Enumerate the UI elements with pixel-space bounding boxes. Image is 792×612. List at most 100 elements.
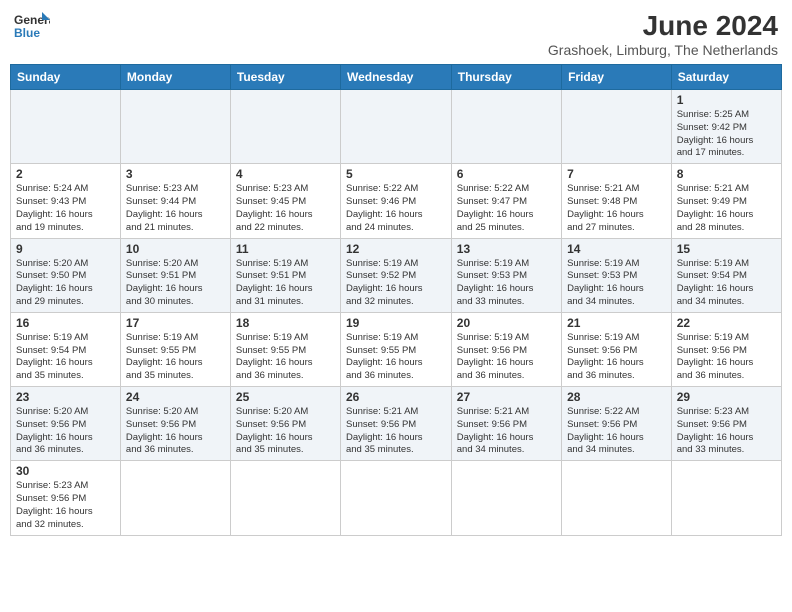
day-info: Sunrise: 5:22 AM Sunset: 9:46 PM Dayligh… [346,183,446,234]
day-info: Sunrise: 5:19 AM Sunset: 9:55 PM Dayligh… [346,332,446,383]
day-number: 21 [567,316,666,330]
day-info: Sunrise: 5:19 AM Sunset: 9:56 PM Dayligh… [567,332,666,383]
day-info: Sunrise: 5:20 AM Sunset: 9:56 PM Dayligh… [126,406,225,457]
day-info: Sunrise: 5:19 AM Sunset: 9:55 PM Dayligh… [126,332,225,383]
day-info: Sunrise: 5:22 AM Sunset: 9:47 PM Dayligh… [457,183,556,234]
day-number: 22 [677,316,776,330]
calendar-day-cell: 12 Sunrise: 5:19 AM Sunset: 9:52 PM Dayli… [340,238,451,312]
day-info: Sunrise: 5:22 AM Sunset: 9:56 PM Dayligh… [567,406,666,457]
day-info: Sunrise: 5:21 AM Sunset: 9:56 PM Dayligh… [346,406,446,457]
calendar-day-cell [340,90,451,164]
calendar-day-cell [671,461,781,535]
calendar-week-row: 1 Sunrise: 5:25 AM Sunset: 9:42 PM Daylig… [11,90,782,164]
day-info: Sunrise: 5:21 AM Sunset: 9:49 PM Dayligh… [677,183,776,234]
location-subtitle: Grashoek, Limburg, The Netherlands [548,42,778,58]
day-info: Sunrise: 5:19 AM Sunset: 9:52 PM Dayligh… [346,258,446,309]
weekday-header-tuesday: Tuesday [230,65,340,90]
day-info: Sunrise: 5:21 AM Sunset: 9:48 PM Dayligh… [567,183,666,234]
day-number: 10 [126,242,225,256]
day-number: 7 [567,167,666,181]
day-info: Sunrise: 5:20 AM Sunset: 9:51 PM Dayligh… [126,258,225,309]
month-year-title: June 2024 [548,10,778,42]
calendar-day-cell: 15 Sunrise: 5:19 AM Sunset: 9:54 PM Dayli… [671,238,781,312]
calendar-week-row: 2Sunrise: 5:24 AM Sunset: 9:43 PM Daylig… [11,164,782,238]
calendar-day-cell: 16 Sunrise: 5:19 AM Sunset: 9:54 PM Dayli… [11,312,121,386]
day-number: 24 [126,390,225,404]
calendar-day-cell [340,461,451,535]
day-info: Sunrise: 5:19 AM Sunset: 9:55 PM Dayligh… [236,332,335,383]
calendar-day-cell: 5Sunrise: 5:22 AM Sunset: 9:46 PM Daylig… [340,164,451,238]
calendar-day-cell [120,461,230,535]
day-number: 28 [567,390,666,404]
calendar-day-cell: 22 Sunrise: 5:19 AM Sunset: 9:56 PM Dayli… [671,312,781,386]
day-info: Sunrise: 5:19 AM Sunset: 9:56 PM Dayligh… [457,332,556,383]
day-info: Sunrise: 5:20 AM Sunset: 9:50 PM Dayligh… [16,258,115,309]
header: General Blue June 2024 Grashoek, Limburg… [10,10,782,58]
calendar-day-cell: 24 Sunrise: 5:20 AM Sunset: 9:56 PM Dayli… [120,387,230,461]
day-info: Sunrise: 5:19 AM Sunset: 9:54 PM Dayligh… [677,258,776,309]
day-number: 19 [346,316,446,330]
calendar-day-cell [562,461,672,535]
day-number: 30 [16,464,115,478]
day-info: Sunrise: 5:21 AM Sunset: 9:56 PM Dayligh… [457,406,556,457]
day-info: Sunrise: 5:24 AM Sunset: 9:43 PM Dayligh… [16,183,115,234]
day-number: 8 [677,167,776,181]
weekday-header-thursday: Thursday [451,65,561,90]
calendar-day-cell: 20 Sunrise: 5:19 AM Sunset: 9:56 PM Dayli… [451,312,561,386]
calendar-day-cell: 18 Sunrise: 5:19 AM Sunset: 9:55 PM Dayli… [230,312,340,386]
calendar-week-row: 9 Sunrise: 5:20 AM Sunset: 9:50 PM Daylig… [11,238,782,312]
calendar-week-row: 23 Sunrise: 5:20 AM Sunset: 9:56 PM Dayli… [11,387,782,461]
calendar-day-cell: 7 Sunrise: 5:21 AM Sunset: 9:48 PM Daylig… [562,164,672,238]
day-number: 6 [457,167,556,181]
day-number: 14 [567,242,666,256]
calendar-day-cell: 29 Sunrise: 5:23 AM Sunset: 9:56 PM Dayli… [671,387,781,461]
day-info: Sunrise: 5:25 AM Sunset: 9:42 PM Dayligh… [677,109,776,160]
weekday-header-row: SundayMondayTuesdayWednesdayThursdayFrid… [11,65,782,90]
calendar-day-cell [451,90,561,164]
calendar-day-cell: 6 Sunrise: 5:22 AM Sunset: 9:47 PM Daylig… [451,164,561,238]
day-number: 27 [457,390,556,404]
calendar-day-cell [451,461,561,535]
logo: General Blue [14,10,50,40]
day-info: Sunrise: 5:19 AM Sunset: 9:53 PM Dayligh… [567,258,666,309]
day-info: Sunrise: 5:19 AM Sunset: 9:56 PM Dayligh… [677,332,776,383]
weekday-header-wednesday: Wednesday [340,65,451,90]
calendar-day-cell: 10 Sunrise: 5:20 AM Sunset: 9:51 PM Dayli… [120,238,230,312]
day-number: 18 [236,316,335,330]
day-number: 23 [16,390,115,404]
day-number: 9 [16,242,115,256]
page-container: General Blue June 2024 Grashoek, Limburg… [10,10,782,536]
day-number: 16 [16,316,115,330]
weekday-header-sunday: Sunday [11,65,121,90]
weekday-header-saturday: Saturday [671,65,781,90]
calendar-day-cell: 25Sunrise: 5:20 AM Sunset: 9:56 PM Dayli… [230,387,340,461]
day-number: 4 [236,167,335,181]
svg-text:Blue: Blue [14,26,40,40]
day-number: 12 [346,242,446,256]
calendar-week-row: 16 Sunrise: 5:19 AM Sunset: 9:54 PM Dayli… [11,312,782,386]
day-info: Sunrise: 5:19 AM Sunset: 9:51 PM Dayligh… [236,258,335,309]
calendar-day-cell: 3Sunrise: 5:23 AM Sunset: 9:44 PM Daylig… [120,164,230,238]
day-number: 20 [457,316,556,330]
calendar-day-cell [230,461,340,535]
calendar-day-cell [562,90,672,164]
calendar-day-cell: 21 Sunrise: 5:19 AM Sunset: 9:56 PM Dayli… [562,312,672,386]
day-number: 15 [677,242,776,256]
day-number: 3 [126,167,225,181]
day-number: 26 [346,390,446,404]
day-number: 29 [677,390,776,404]
day-number: 1 [677,93,776,107]
calendar-day-cell: 13Sunrise: 5:19 AM Sunset: 9:53 PM Dayli… [451,238,561,312]
title-area: June 2024 Grashoek, Limburg, The Netherl… [548,10,778,58]
calendar-day-cell: 4 Sunrise: 5:23 AM Sunset: 9:45 PM Daylig… [230,164,340,238]
calendar-day-cell: 14 Sunrise: 5:19 AM Sunset: 9:53 PM Dayli… [562,238,672,312]
day-number: 11 [236,242,335,256]
day-info: Sunrise: 5:20 AM Sunset: 9:56 PM Dayligh… [16,406,115,457]
calendar-day-cell: 11 Sunrise: 5:19 AM Sunset: 9:51 PM Dayli… [230,238,340,312]
day-info: Sunrise: 5:23 AM Sunset: 9:56 PM Dayligh… [677,406,776,457]
day-number: 13 [457,242,556,256]
day-info: Sunrise: 5:23 AM Sunset: 9:45 PM Dayligh… [236,183,335,234]
calendar-day-cell: 19 Sunrise: 5:19 AM Sunset: 9:55 PM Dayli… [340,312,451,386]
day-info: Sunrise: 5:19 AM Sunset: 9:54 PM Dayligh… [16,332,115,383]
weekday-header-monday: Monday [120,65,230,90]
